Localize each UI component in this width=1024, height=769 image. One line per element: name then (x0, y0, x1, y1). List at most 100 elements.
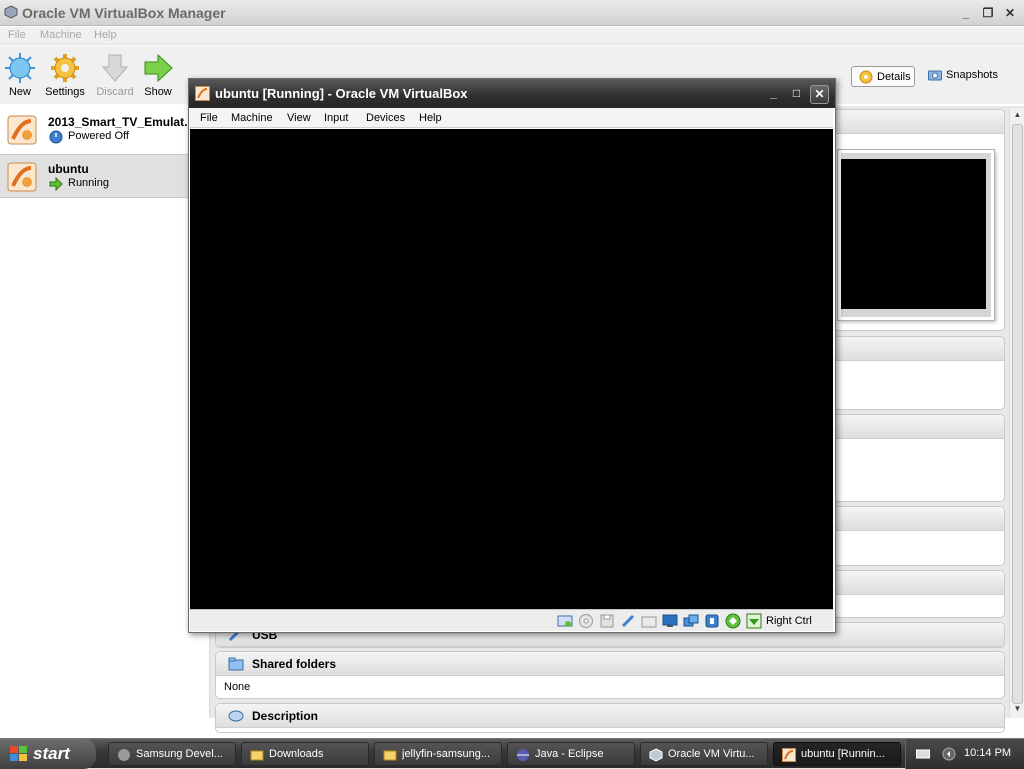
scroll-down-icon[interactable]: ▼ (1012, 704, 1023, 716)
show-label: Show (144, 86, 172, 98)
vm-minimize-button[interactable]: _ (764, 85, 783, 104)
show-button[interactable]: Show (131, 52, 185, 98)
floppy-icon[interactable] (599, 613, 615, 629)
restore-button[interactable]: ❐ (978, 4, 998, 22)
host-key-label: Right Ctrl (766, 615, 812, 627)
vm-menu-devices[interactable]: Devices (366, 112, 405, 124)
hard-disk-icon[interactable] (557, 613, 573, 629)
details-tab-button[interactable]: Details (851, 66, 915, 87)
minimize-button[interactable]: _ (956, 4, 976, 22)
vm-menubar: File Machine View Input Devices Help (190, 108, 833, 128)
recording-icon[interactable] (704, 613, 720, 629)
vm-maximize-button[interactable]: □ (787, 85, 806, 104)
taskbar-item[interactable]: Downloads (241, 742, 369, 766)
vm-preview (838, 150, 994, 320)
taskbar-item[interactable]: Java - Eclipse (507, 742, 635, 766)
shared-folders-title: Shared folders (252, 657, 337, 671)
vm-name: ubuntu (48, 162, 89, 176)
scrollbar-thumb[interactable] (1012, 124, 1023, 704)
arrow-down-icon (101, 54, 129, 82)
arrow-right-icon (144, 53, 173, 83)
display-icon[interactable] (662, 613, 678, 629)
vm-os-icon (195, 86, 210, 101)
optical-drive-icon[interactable] (578, 613, 594, 629)
details-label: Details (877, 71, 911, 83)
shared-folder-icon[interactable] (641, 613, 657, 629)
vm-menu-help[interactable]: Help (419, 112, 442, 124)
virtualization-icon[interactable] (725, 613, 741, 629)
system-tray: 10:14 PM (905, 739, 1024, 769)
taskbar-item[interactable]: Oracle VM Virtu... (640, 742, 768, 766)
running-arrow-icon (49, 177, 63, 191)
windows-flag-icon (10, 746, 27, 761)
vm-state: Running (68, 177, 109, 189)
vm-window-title: ubuntu [Running] - Oracle VM VirtualBox (215, 86, 468, 101)
start-button[interactable]: start (0, 739, 96, 769)
power-off-icon (49, 130, 63, 144)
folder-icon (383, 750, 397, 761)
settings-button[interactable]: Settings (38, 52, 92, 98)
vm-os-icon (782, 748, 796, 762)
preview-screen (841, 159, 986, 309)
network-icon[interactable] (683, 613, 699, 629)
new-sun-icon (5, 53, 35, 83)
camera-icon (928, 70, 942, 81)
taskbar-item-label: Samsung Devel... (136, 748, 223, 760)
gear-icon (51, 54, 79, 82)
start-label: start (33, 744, 70, 763)
clock: 10:14 PM (964, 747, 1012, 759)
taskbar-item-active[interactable]: ubuntu [Runnin... (773, 742, 901, 766)
taskbar: start Samsung Devel... Downloads jellyfi… (0, 738, 1024, 769)
folder-icon (250, 750, 264, 761)
vm-close-button[interactable]: ✕ (810, 85, 829, 104)
vm-menu-file[interactable]: File (200, 112, 218, 124)
vm-list-item-selected[interactable]: ubuntu Running (0, 154, 210, 198)
vm-menu-machine[interactable]: Machine (231, 112, 273, 124)
menu-file[interactable]: File (8, 29, 26, 41)
vm-state: Powered Off (68, 130, 129, 142)
menu-help[interactable]: Help (94, 29, 117, 41)
section-header[interactable]: Description (216, 704, 1004, 728)
section-header[interactable]: Shared folders (216, 652, 1004, 676)
snapshots-tab-button[interactable]: Snapshots (926, 66, 1006, 87)
manager-titlebar[interactable]: Oracle VM VirtualBox Manager _ ❐ ✕ (0, 0, 1024, 26)
shared-folders-section: Shared folders None (215, 651, 1005, 699)
taskbar-item[interactable]: jellyfin-samsung... (374, 742, 502, 766)
taskbar-item-label: jellyfin-samsung... (402, 748, 491, 760)
folder-icon (228, 657, 244, 671)
close-button[interactable]: ✕ (1000, 4, 1020, 22)
taskbar-item-label: Downloads (269, 748, 324, 760)
description-title: Description (252, 709, 319, 723)
os-type-icon (7, 115, 37, 145)
vm-name: 2013_Smart_TV_Emulat... (48, 115, 195, 129)
description-section: Description (215, 703, 1005, 733)
snapshots-label: Snapshots (946, 69, 998, 81)
virtualbox-icon (649, 748, 663, 762)
shared-folders-value: None (224, 681, 251, 693)
samsung-app-icon (118, 749, 130, 761)
vm-menu-input[interactable]: Input (324, 112, 348, 124)
vm-list-item[interactable]: 2013_Smart_TV_Emulat... Powered Off (0, 108, 210, 152)
eclipse-icon (517, 749, 529, 761)
show-hidden-icons-icon[interactable] (942, 747, 956, 761)
taskbar-item-label: Java - Eclipse (535, 748, 604, 760)
taskbar-item-label: ubuntu [Runnin... (801, 748, 885, 760)
vm-display[interactable] (190, 129, 833, 609)
gear-icon (859, 70, 873, 84)
details-scrollbar[interactable]: ▲ ▼ (1009, 108, 1024, 718)
keyboard-icon[interactable] (916, 748, 930, 760)
vm-menu-view[interactable]: View (287, 112, 311, 124)
usb-icon[interactable] (620, 613, 636, 629)
vm-console-window: ubuntu [Running] - Oracle VM VirtualBox … (188, 78, 836, 633)
menu-machine[interactable]: Machine (40, 29, 82, 41)
scroll-up-icon[interactable]: ▲ (1012, 110, 1023, 122)
vm-statusbar: Right Ctrl (190, 609, 833, 631)
virtualbox-icon (4, 5, 18, 19)
vm-list: 2013_Smart_TV_Emulat... Powered Off ubun… (0, 108, 210, 718)
settings-label: Settings (45, 86, 85, 98)
taskbar-item-label: Oracle VM Virtu... (668, 748, 755, 760)
description-icon (228, 710, 244, 722)
mouse-integration-icon[interactable] (746, 613, 762, 629)
taskbar-item[interactable]: Samsung Devel... (108, 742, 236, 766)
vm-window-titlebar[interactable]: ubuntu [Running] - Oracle VM VirtualBox … (189, 79, 835, 108)
